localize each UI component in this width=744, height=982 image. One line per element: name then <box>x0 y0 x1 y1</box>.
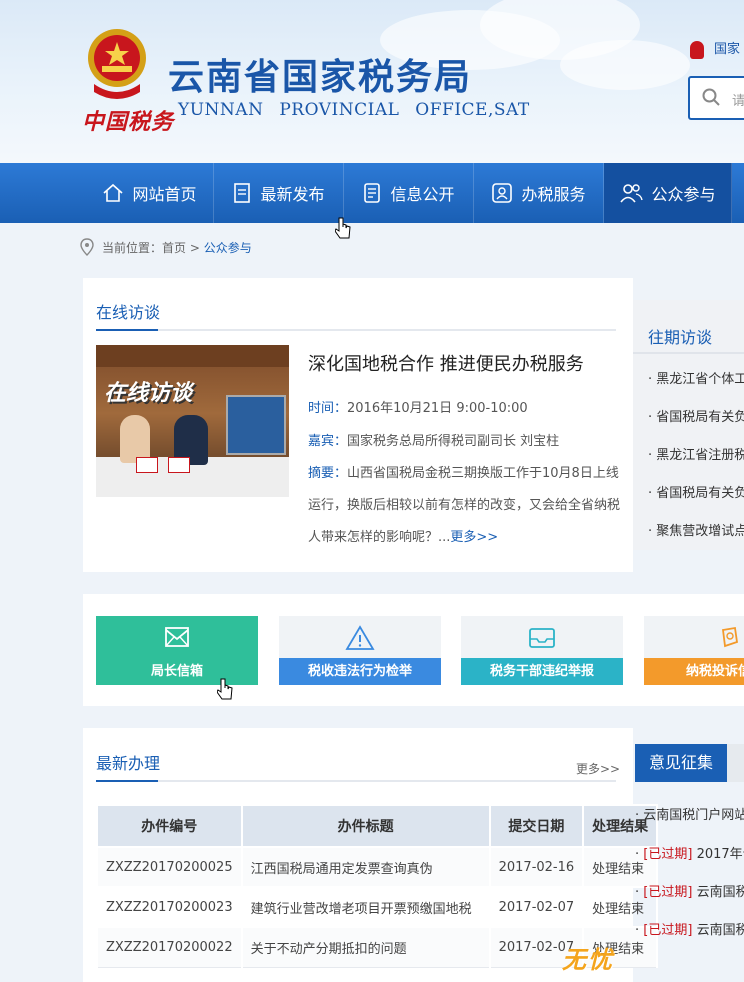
cell-title[interactable]: 江西国税局通用定发票查询真伪 <box>240 846 491 888</box>
photo-person-left <box>120 415 150 463</box>
photo-screen <box>226 395 286 455</box>
nav-item-tax-service[interactable]: 办税服务 <box>474 163 604 223</box>
col-header-id: 办件编号 <box>96 804 243 848</box>
opinion-item[interactable]: · [已过期] 云南国税 <box>635 919 744 938</box>
online-interview-title: 在线访谈 <box>96 303 161 322</box>
photo-nameplate-left <box>136 457 158 473</box>
photo-nameplate-right <box>168 457 190 473</box>
cell-date: 2017-02-07 <box>488 886 585 928</box>
top-link[interactable]: 国家 <box>690 38 740 59</box>
watermark: 无忧 <box>562 946 614 974</box>
col-header-date: 提交日期 <box>488 804 585 848</box>
cell-id: ZXZZ20170200022 <box>96 926 243 968</box>
breadcrumb: 当前位置：首页 > 公众参与 <box>80 238 252 256</box>
brand-script-logo: 中国税务 <box>82 109 175 135</box>
past-interviews-title: 往期访谈 <box>648 328 713 347</box>
tab-secondary[interactable] <box>727 744 744 782</box>
tile-tax-violation-report[interactable]: 税收违法行为检举 <box>279 616 441 685</box>
nav-item-home[interactable]: 网站首页 <box>86 163 214 223</box>
search-input[interactable]: 请 <box>688 76 744 120</box>
nav-item-public-participation[interactable]: 公众参与 <box>604 163 732 223</box>
past-interview-item[interactable]: · 省国税局有关负 <box>648 482 744 501</box>
main-nav: 网站首页 最新发布 信息公开 办税服务 公众参与 <box>0 163 744 223</box>
service-icon <box>492 183 513 203</box>
section-divider <box>96 329 616 331</box>
site-header: 中国税务 云南省国家税务局 YUNNAN PROVINCIAL OFFICE,S… <box>0 0 744 163</box>
interview-time: 时间：2016年10月21日 9:00-10:00 <box>308 401 528 416</box>
past-interview-item[interactable]: · 聚焦营改增试点 <box>648 520 744 539</box>
cell-id: ZXZZ20170200023 <box>96 886 243 928</box>
list-doc-icon <box>364 183 381 203</box>
interview-summary: 摘要：山西省国税局金税三期换版工作于10月8日上线运行，换版后相较以前有怎样的改… <box>308 466 621 545</box>
home-icon <box>103 183 124 202</box>
interview-photo[interactable]: 在线访谈 <box>96 345 289 497</box>
nav-item-overflow[interactable] <box>732 163 744 223</box>
opinion-item[interactable]: · [已过期] 云南国税 <box>635 881 744 900</box>
breadcrumb-prefix[interactable]: 当前位置：首页 > <box>102 239 200 256</box>
tile-label: 税务干部违纪举报 <box>461 658 623 685</box>
latest-processing-title: 最新办理 <box>96 754 161 773</box>
tile-tax-complaint[interactable]: 纳税投诉信 <box>644 616 744 685</box>
table-row[interactable]: ZXZZ20170200023 建筑行业营改增老项目开票预缴国地税 2017-0… <box>96 886 659 928</box>
past-interview-item[interactable]: · 黑龙江省个体工 <box>648 368 744 387</box>
small-emblem-icon <box>690 40 704 59</box>
opinion-item[interactable]: · 云南国税门户网站 <box>635 804 744 823</box>
nav-item-disclosure[interactable]: 信息公开 <box>344 163 474 223</box>
tab-opinion-collection[interactable]: 意见征集 <box>635 744 727 782</box>
tile-director-mailbox[interactable]: 局长信箱 <box>96 616 258 685</box>
section-divider <box>96 780 616 782</box>
photo-caption: 在线访谈 <box>104 381 193 406</box>
latest-more-link[interactable]: 更多>> <box>576 760 620 777</box>
past-interview-item[interactable]: · 黑龙江省注册税 <box>648 444 744 463</box>
cell-date: 2017-02-16 <box>488 846 585 888</box>
table-row[interactable]: ZXZZ20170200025 江西国税局通用定发票查询真伪 2017-02-1… <box>96 846 659 888</box>
site-title: 云南省国家税务局 <box>168 57 473 98</box>
photo-top-banner <box>96 345 289 367</box>
interview-more-link[interactable]: 更多>> <box>450 530 498 545</box>
interview-guest: 嘉宾：国家税务总局所得税司副司长 刘宝柱 <box>308 434 560 449</box>
tile-label: 纳税投诉信 <box>644 658 744 685</box>
past-interview-item[interactable]: · 省国税局有关负 <box>648 406 744 425</box>
tile-label: 税收违法行为检举 <box>279 658 441 685</box>
bulb-icon <box>721 626 738 648</box>
cell-title[interactable]: 关于不动产分期抵扣的问题 <box>240 926 491 968</box>
location-pin-icon <box>80 238 94 256</box>
mouse-cursor-icon <box>335 217 351 239</box>
national-emblem-icon <box>88 29 146 99</box>
opinion-item[interactable]: · [已过期] 2017年云 <box>635 843 744 862</box>
mailbox-icon <box>165 627 189 647</box>
past-divider <box>633 352 744 354</box>
breadcrumb-current[interactable]: 公众参与 <box>204 239 252 256</box>
table-header-row: 办件编号 办件标题 提交日期 处理结果 <box>96 804 659 848</box>
inbox-icon <box>529 628 555 648</box>
cell-id: ZXZZ20170200025 <box>96 846 243 888</box>
nav-item-latest[interactable]: 最新发布 <box>214 163 344 223</box>
mouse-cursor-icon <box>217 678 233 700</box>
interview-headline[interactable]: 深化国地税合作 推进便民办税服务 <box>308 350 584 376</box>
tile-official-misconduct-report[interactable]: 税务干部违纪举报 <box>461 616 623 685</box>
col-header-title: 办件标题 <box>240 804 491 848</box>
site-subtitle: YUNNAN PROVINCIAL OFFICE,SAT <box>178 100 530 120</box>
warning-icon <box>345 625 375 650</box>
cell-title[interactable]: 建筑行业营改增老项目开票预缴国地税 <box>240 886 491 928</box>
tile-label: 局长信箱 <box>150 664 203 679</box>
document-icon <box>234 183 251 203</box>
search-placeholder: 请 <box>732 94 744 109</box>
search-icon[interactable] <box>702 88 720 106</box>
people-icon <box>620 184 644 203</box>
